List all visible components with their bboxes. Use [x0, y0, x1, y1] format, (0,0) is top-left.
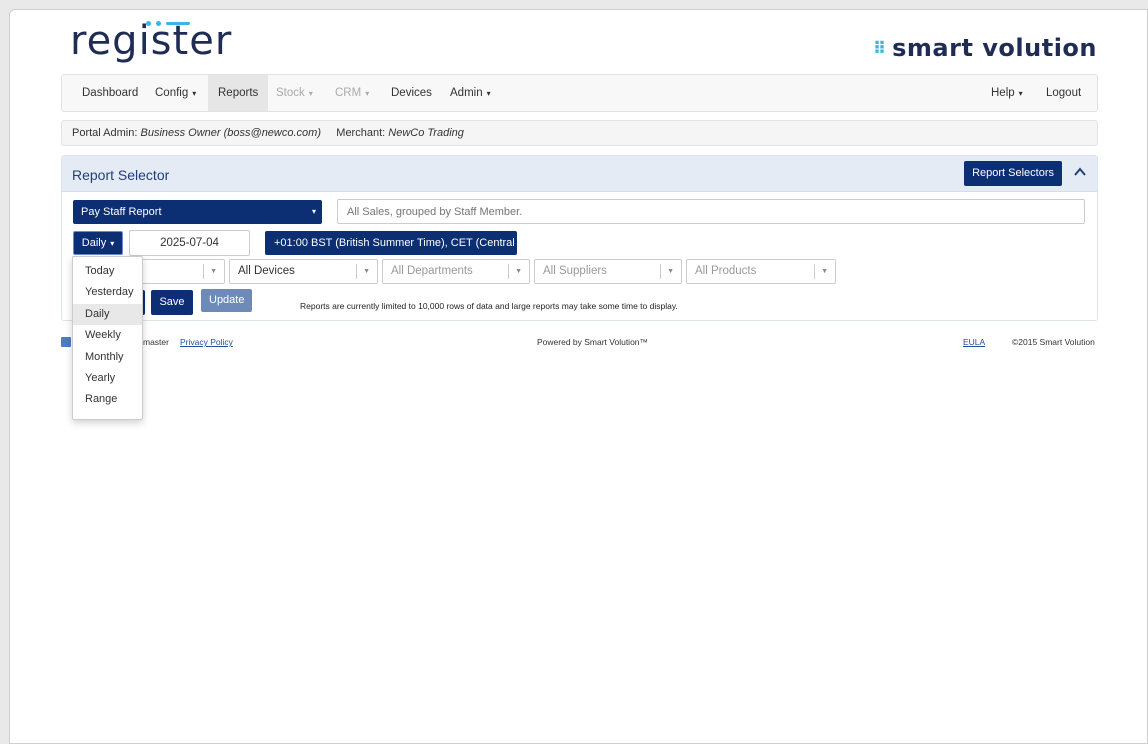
timezone-value: +01:00 BST (British Summer Time), CET (C… [274, 237, 515, 249]
nav-label: Admin [450, 87, 483, 99]
caret-down-icon: ▼ [515, 268, 522, 275]
filter-value: All Devices [238, 265, 295, 277]
period-option-range[interactable]: Range [73, 389, 142, 410]
report-type-value: Pay Staff Report [81, 206, 162, 218]
chevron-up-icon[interactable] [1073, 165, 1087, 179]
smart-volution-logo: ⠿ smart volution [873, 34, 1097, 62]
caret-down-icon: ▾ [365, 89, 370, 98]
divider [203, 264, 204, 279]
caret-down-icon: ▼ [363, 268, 370, 275]
caret-down-icon: ▾ [308, 89, 313, 98]
caret-down-icon: ▾ [110, 239, 115, 248]
timezone-select[interactable]: +01:00 BST (British Summer Time), CET (C… [265, 231, 517, 255]
report-selectors-button[interactable]: Report Selectors [964, 161, 1062, 186]
eula-link[interactable]: EULA [963, 337, 985, 347]
copyright-text: ©2015 Smart Volution [1012, 337, 1095, 347]
report-type-select[interactable]: Pay Staff Report ▾ [73, 200, 322, 224]
period-option-daily[interactable]: Daily [73, 303, 142, 326]
devices-filter[interactable]: All Devices ▼ [229, 259, 378, 284]
caret-down-icon: ▼ [667, 268, 674, 275]
nav-label: Reports [218, 87, 259, 99]
period-dropdown-menu: Today Yesterday Daily Weekly Monthly Yea… [72, 256, 143, 420]
caret-down-icon: ▾ [486, 89, 491, 98]
panel-title: Report Selector [72, 167, 170, 183]
divider [814, 264, 815, 279]
nav-label: Stock [276, 87, 305, 99]
departments-filter[interactable]: All Departments ▼ [382, 259, 530, 284]
nav-devices[interactable]: Devices [381, 75, 442, 111]
period-option-today[interactable]: Today [73, 261, 142, 282]
brand-header: register ⠿ smart volution [10, 10, 1147, 76]
version-text: master [143, 337, 169, 347]
caret-down-icon: ▾ [311, 207, 316, 216]
browser-frame: register ⠿ smart volution Dashboard Confi… [9, 9, 1148, 744]
save-button[interactable]: Save [151, 290, 193, 315]
caret-down-icon: ▼ [210, 268, 217, 275]
divider [660, 264, 661, 279]
page-footer: master Privacy Policy Powered by Smart V… [61, 337, 1098, 351]
merchant-value: NewCo Trading [388, 127, 464, 139]
version-icon [61, 337, 71, 347]
report-selector-panel: Report Selector Report Selectors Pay Sta… [61, 155, 1098, 321]
nav-dashboard[interactable]: Dashboard [72, 75, 148, 111]
nav-config[interactable]: Config ▾ [145, 75, 206, 111]
powered-by-text: Powered by Smart Volution™ [537, 337, 649, 347]
caret-down-icon: ▼ [821, 268, 828, 275]
privacy-policy-link[interactable]: Privacy Policy [180, 337, 233, 347]
nav-label: Dashboard [82, 87, 139, 99]
filter-value: All Departments [391, 265, 473, 277]
period-option-weekly[interactable]: Weekly [73, 325, 142, 346]
panel-header: Report Selector Report Selectors [62, 156, 1097, 192]
nav-label: Config [155, 87, 189, 99]
main-navbar: Dashboard Config ▾ Reports Stock ▾ CRM ▾ De… [61, 74, 1098, 112]
admin-label: Portal Admin: [72, 127, 138, 139]
nav-label: Help [991, 87, 1015, 99]
nav-admin[interactable]: Admin ▾ [440, 75, 501, 111]
caret-down-icon: ▾ [192, 89, 197, 98]
divider [356, 264, 357, 279]
period-option-monthly[interactable]: Monthly [73, 347, 142, 368]
admin-value: Business Owner (boss@newco.com) [140, 127, 321, 139]
partner-logo-text: smart volution [892, 34, 1097, 62]
products-filter[interactable]: All Products ▼ [686, 259, 836, 284]
dot-grid-icon: ⠿ [872, 39, 886, 59]
merchant-label: Merchant: [336, 127, 386, 139]
user-info-bar: Portal Admin: Business Owner (boss@newco… [61, 120, 1098, 146]
nav-label: Logout [1046, 87, 1082, 99]
period-value: Daily [81, 237, 107, 249]
nav-crm[interactable]: CRM ▾ [325, 75, 379, 111]
nav-label: CRM [335, 87, 362, 99]
nav-stock[interactable]: Stock ▾ [266, 75, 323, 111]
period-option-yearly[interactable]: Yearly [73, 368, 142, 389]
caret-down-icon: ▾ [1018, 89, 1023, 98]
period-option-yesterday[interactable]: Yesterday [73, 282, 142, 303]
nav-label: Devices [391, 87, 432, 99]
register-logo: register [70, 18, 233, 64]
row-limit-note: Reports are currently limited to 10,000 … [300, 301, 678, 311]
divider [508, 264, 509, 279]
nav-logout[interactable]: Logout [1036, 75, 1091, 111]
report-description-input[interactable] [337, 199, 1085, 224]
date-input[interactable] [129, 230, 250, 256]
nav-help[interactable]: Help ▾ [981, 75, 1033, 111]
update-button[interactable]: Update [201, 289, 252, 312]
filter-value: All Suppliers [543, 265, 607, 277]
period-dropdown-button[interactable]: Daily ▾ [73, 231, 123, 255]
filter-value: All Products [695, 265, 757, 277]
nav-reports[interactable]: Reports [208, 75, 269, 111]
suppliers-filter[interactable]: All Suppliers ▼ [534, 259, 682, 284]
